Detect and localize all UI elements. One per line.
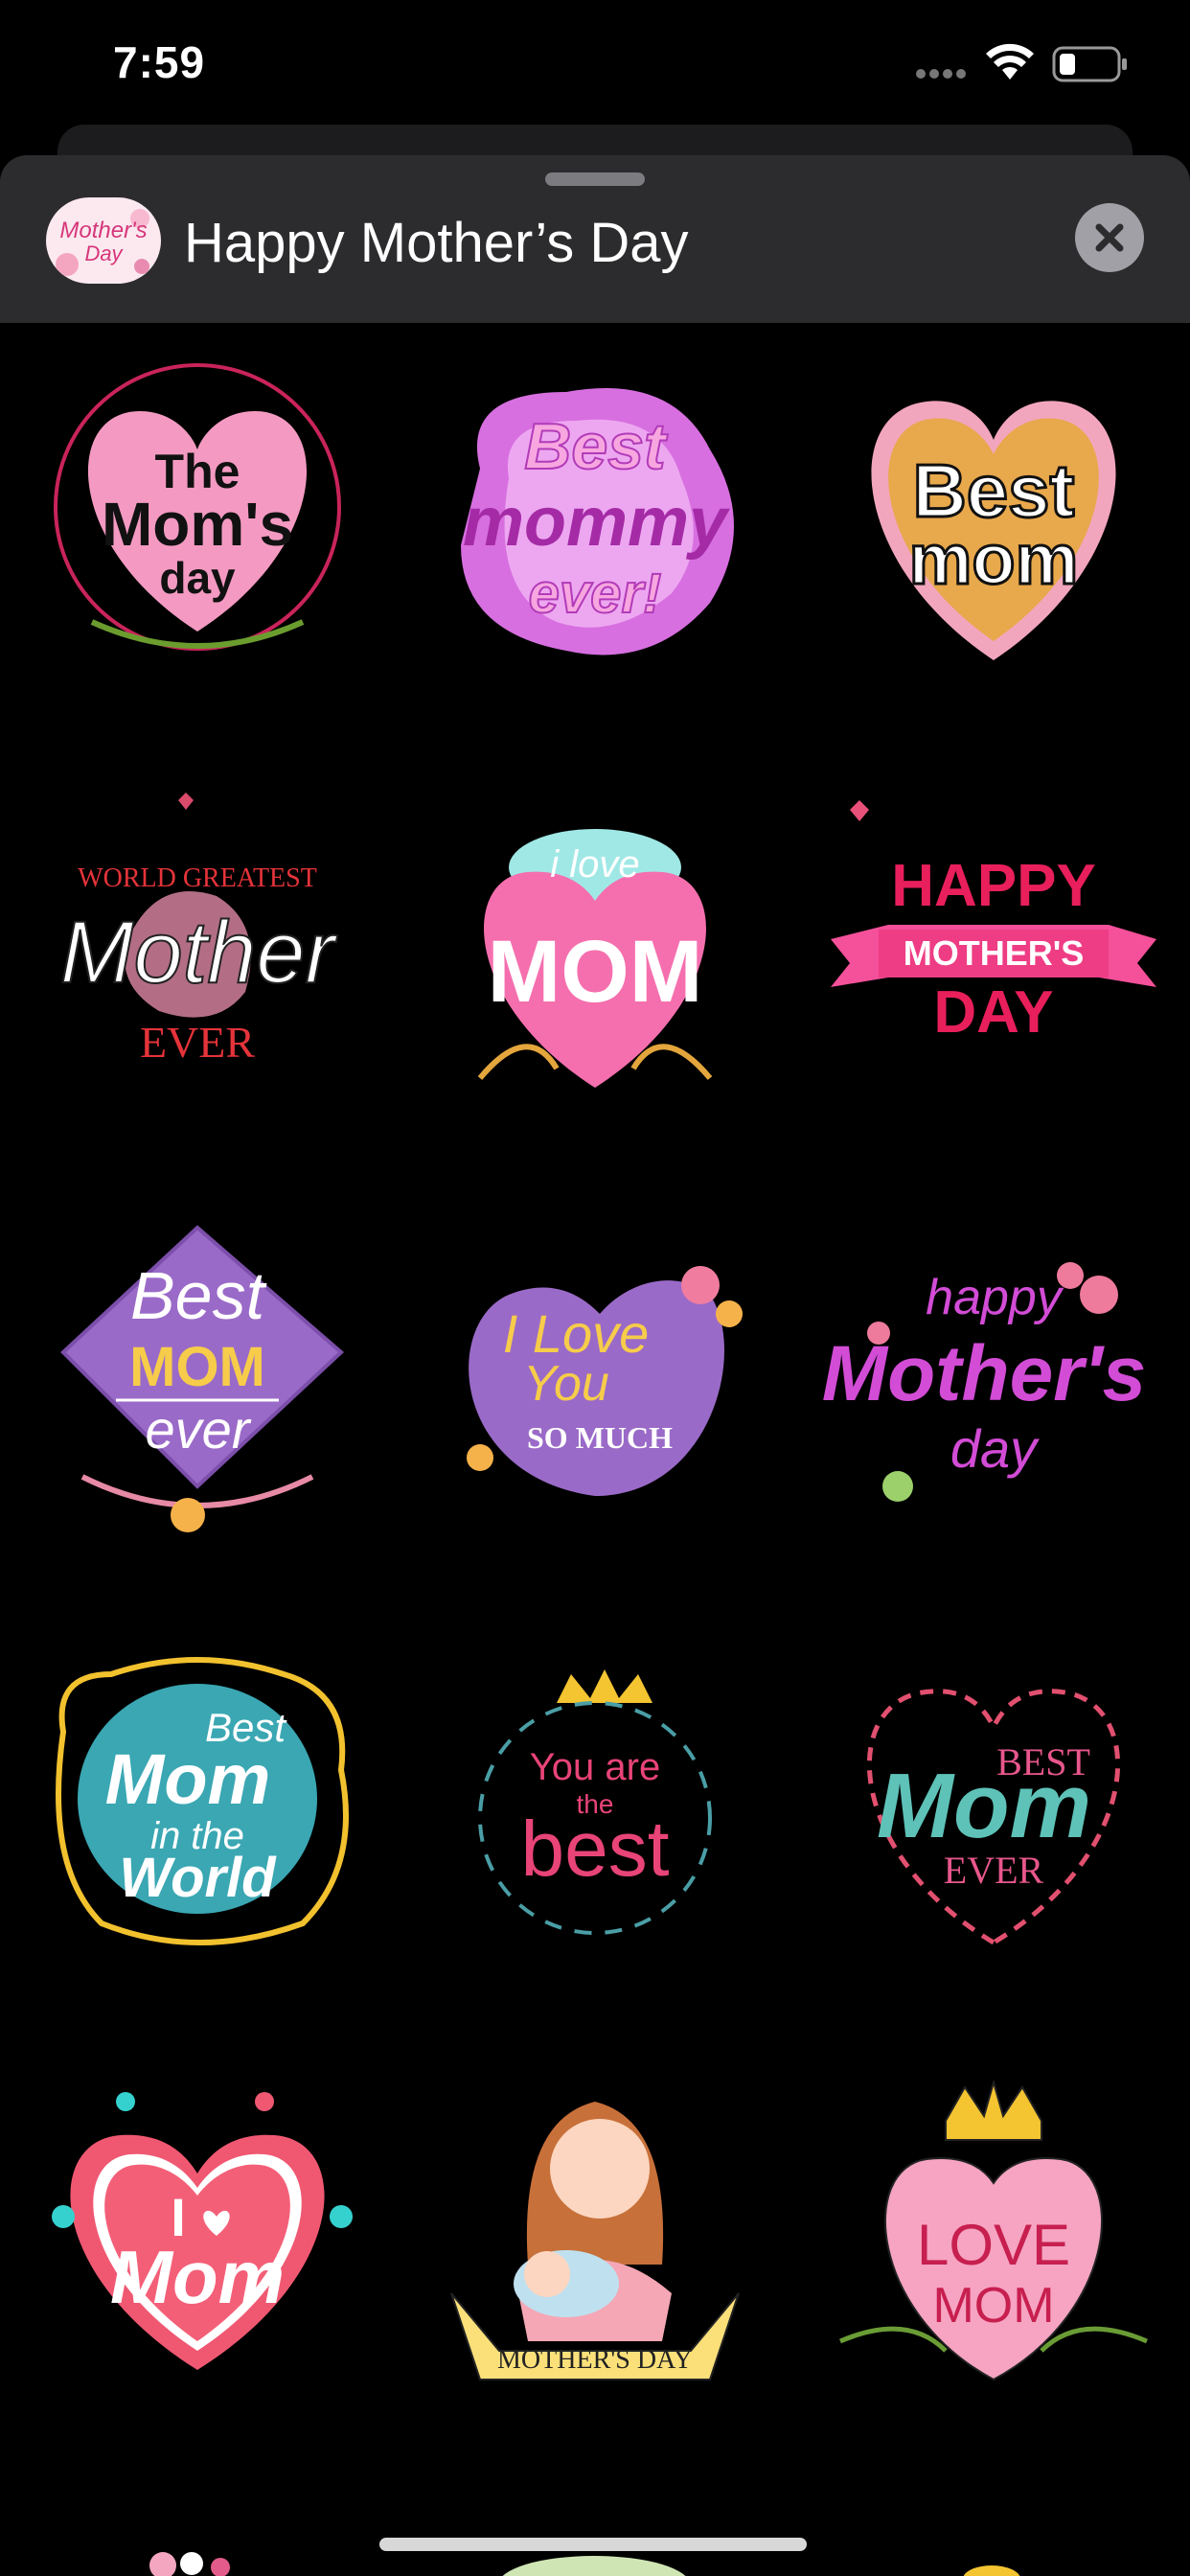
svg-text:World: World — [119, 1847, 277, 1909]
sticker-best-mom-ever-purple[interactable]: Best MOM ever — [25, 1208, 370, 1553]
sticker-happy-mothers-day-script[interactable]: happy Mother's day — [821, 1208, 1166, 1553]
svg-text:Best: Best — [130, 1258, 267, 1333]
svg-text:EVER: EVER — [140, 1018, 255, 1067]
svg-text:MOM: MOM — [129, 1336, 265, 1398]
svg-text:Mom: Mom — [877, 1755, 1091, 1857]
status-bar: 7:59 — [0, 0, 1190, 134]
svg-text:You are: You are — [530, 1746, 660, 1788]
svg-text:MOM: MOM — [488, 923, 703, 1021]
svg-text:Day: Day — [84, 242, 124, 265]
svg-text:mom: mom — [909, 519, 1079, 599]
sticker-mothers-day-illustration[interactable]: MOTHER'S DAY — [423, 2063, 767, 2408]
status-time: 7:59 — [113, 37, 206, 87]
app-icon: Mother's Day — [46, 197, 161, 284]
svg-text:Best: Best — [524, 410, 668, 483]
sticker-grid: The Mom's day Best mommy ever! Best mom … — [0, 323, 1190, 2576]
svg-text:ever!: ever! — [529, 563, 662, 625]
wifi-icon — [986, 43, 1034, 80]
svg-text:Mom's: Mom's — [102, 490, 293, 559]
svg-text:MOM: MOM — [932, 2278, 1054, 2334]
sticker-pack-header: Mother's Day Happy Mother’s Day — [0, 155, 1190, 323]
svg-text:MOTHER'S: MOTHER'S — [904, 933, 1085, 973]
sticker-i-love-you-so-much[interactable]: I Love You SO MUCH — [423, 1208, 767, 1553]
svg-text:SO MUCH: SO MUCH — [527, 1420, 673, 1455]
svg-text:day: day — [159, 553, 236, 603]
svg-text:Mother's: Mother's — [59, 218, 147, 243]
sticker-best-mom-in-the-world[interactable]: Best Mom in the World — [25, 1636, 370, 1981]
svg-text:i love: i love — [550, 843, 639, 886]
sticker-partial-3[interactable] — [953, 2556, 1190, 2576]
sticker-you-are-the-best[interactable]: You are the best — [423, 1636, 767, 1981]
sticker-best-mom-ever-wreath[interactable]: BEST Mom EVER — [821, 1636, 1166, 1981]
svg-text:Mom: Mom — [105, 1739, 271, 1819]
sticker-world-greatest-mother[interactable]: WORLD GREATEST Mother EVER — [25, 781, 370, 1126]
sticker-i-love-mom[interactable]: i love MOM — [423, 781, 767, 1126]
svg-text:mommy: mommy — [463, 484, 731, 561]
svg-text:Mom: Mom — [110, 2235, 285, 2319]
svg-text:I Love: I Love — [503, 1303, 650, 1364]
close-button[interactable] — [1075, 203, 1144, 272]
svg-text:MOTHER'S DAY: MOTHER'S DAY — [497, 2345, 693, 2375]
sticker-best-mom-gold[interactable]: Best mom — [821, 354, 1166, 699]
svg-text:happy: happy — [926, 1270, 1064, 1325]
svg-text:ever: ever — [146, 1399, 252, 1460]
sticker-love-mom-crown[interactable]: LOVE MOM — [821, 2063, 1166, 2408]
sticker-i-heart-mom[interactable]: I Mom — [25, 2063, 370, 2408]
sticker-the-moms-day[interactable]: The Mom's day — [25, 354, 370, 699]
sticker-pack-title: Happy Mother’s Day — [184, 212, 689, 274]
sticker-happy-mothers-day-banner[interactable]: HAPPY MOTHER'S DAY — [821, 781, 1166, 1126]
sheet-grabber[interactable] — [545, 172, 645, 186]
battery-icon — [1052, 46, 1127, 82]
svg-text:LOVE: LOVE — [917, 2213, 1070, 2277]
svg-text:DAY: DAY — [933, 979, 1053, 1046]
svg-text:Mother's: Mother's — [822, 1330, 1146, 1417]
svg-text:day: day — [950, 1418, 1040, 1479]
svg-text:You: You — [523, 1356, 609, 1412]
svg-text:best: best — [521, 1806, 670, 1893]
svg-text:HAPPY: HAPPY — [891, 853, 1096, 919]
sticker-best-mommy-ever[interactable]: Best mommy ever! — [423, 354, 767, 699]
home-indicator[interactable] — [379, 2538, 807, 2551]
svg-text:EVER: EVER — [944, 1849, 1044, 1892]
svg-text:WORLD GREATEST: WORLD GREATEST — [78, 863, 317, 893]
close-icon — [1095, 223, 1124, 252]
signal-dots-icon — [916, 69, 966, 79]
svg-text:Mother: Mother — [60, 904, 338, 1001]
sticker-partial-1[interactable] — [134, 2527, 479, 2576]
